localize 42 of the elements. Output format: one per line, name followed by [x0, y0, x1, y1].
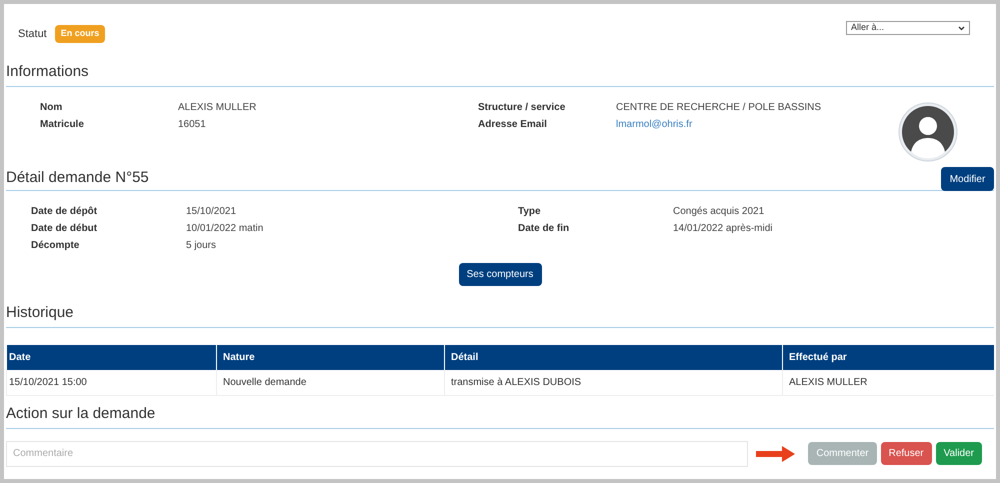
field-label: Décompte [31, 239, 80, 253]
table-cell: Nouvelle demande [216, 370, 444, 395]
action-button[interactable]: Valider [936, 442, 982, 465]
table-cell: 15/10/2021 15:00 [6, 370, 216, 395]
status-label: Statut [18, 26, 47, 42]
email-link[interactable]: lmarmol@ohris.fr [616, 117, 692, 132]
section-heading: Détail demande N°55 [6, 168, 149, 188]
field-value: 10/01/2022 matin [186, 222, 264, 236]
column-header: Date [6, 345, 216, 370]
section-heading: Informations [6, 62, 89, 82]
avatar-icon [898, 102, 958, 162]
field-value: ALEXIS MULLER [178, 101, 256, 115]
field-label: Adresse Email [478, 118, 548, 132]
table-cell: ALEXIS MULLER [782, 370, 994, 395]
comment-field[interactable]: Commentaire [6, 440, 748, 466]
goto-dropdown[interactable]: Aller à... [846, 21, 970, 35]
field-value: 5 jours [186, 239, 216, 253]
field-value: 15/10/2021 [186, 205, 236, 219]
field-label: Type [518, 205, 542, 219]
column-header: Détail [444, 345, 782, 370]
action-button[interactable]: Commenter [808, 442, 877, 465]
modify-button[interactable]: Modifier [941, 167, 994, 191]
field-value: Congés acquis 2021 [673, 205, 764, 219]
field-label: Matricule [40, 118, 85, 132]
field-label: Structure / service [478, 101, 566, 115]
counters-button[interactable]: Ses compteurs [458, 263, 542, 286]
column-header: Nature [216, 345, 444, 370]
action-button[interactable]: Refuser [880, 442, 932, 465]
column-header: Effectué par [782, 345, 994, 370]
field-value: 14/01/2022 après-midi [673, 222, 773, 236]
field-label: Date de fin [518, 222, 570, 236]
section-heading: Action sur la demande [6, 404, 156, 424]
section-heading: Historique [6, 303, 74, 323]
status-badge: En cours [54, 25, 106, 43]
field-value: 16051 [178, 118, 206, 132]
arrow-icon [756, 444, 796, 462]
table-cell: transmise à ALEXIS DUBOIS [444, 370, 782, 395]
chevron-down-icon [958, 26, 965, 30]
field-label: Date de dépôt [31, 205, 98, 219]
field-label: Date de début [31, 222, 98, 236]
field-label: Nom [40, 101, 64, 115]
field-value: CENTRE DE RECHERCHE / POLE BASSINS [616, 101, 822, 115]
